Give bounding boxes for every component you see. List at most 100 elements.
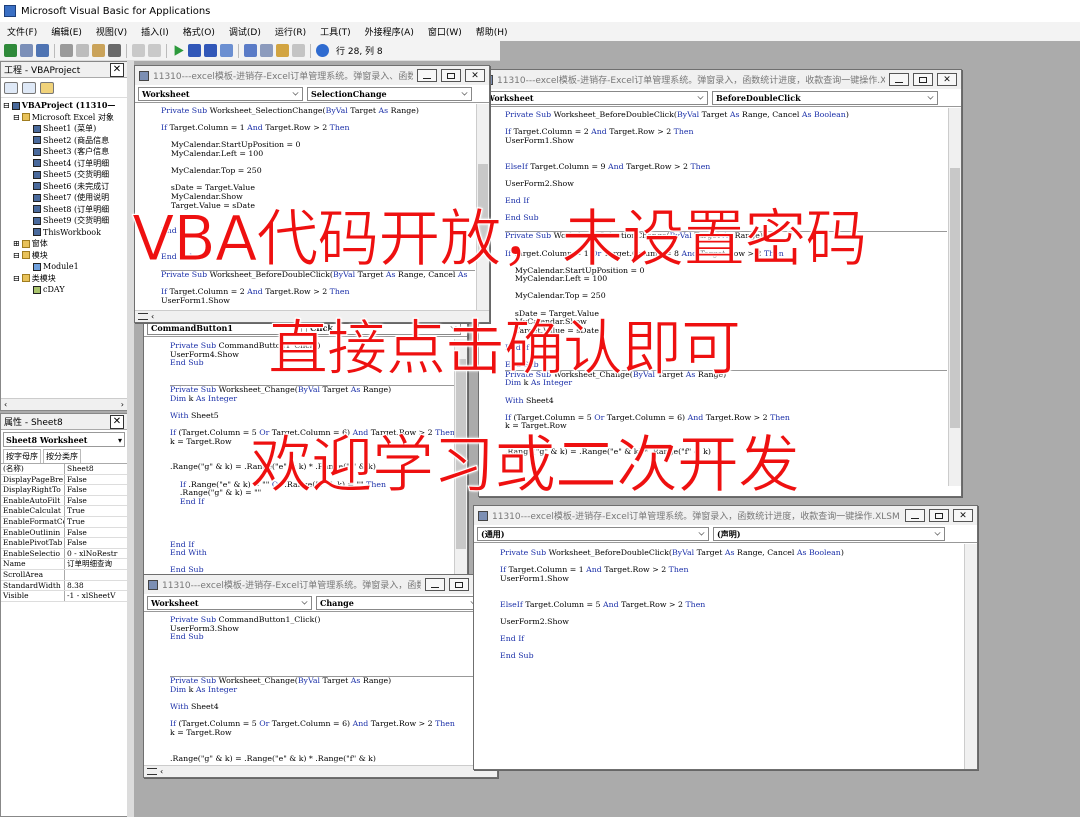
- property-row[interactable]: EnableCalculat True: [1, 506, 127, 517]
- code-line[interactable]: With Sheet4: [505, 396, 947, 406]
- object-combo[interactable]: (通用): [477, 527, 709, 541]
- scroll-right-icon[interactable]: ›: [121, 400, 124, 409]
- tree-item-sheet3[interactable]: Sheet3 (客户信息: [3, 146, 127, 158]
- code-line[interactable]: [170, 642, 484, 651]
- property-row[interactable]: ScrollArea: [1, 569, 127, 581]
- tree-item-sheet1[interactable]: Sheet1 (菜单): [3, 123, 127, 135]
- tree-root[interactable]: ⊟ VBAProject (11310—: [3, 100, 127, 112]
- procedure-combo[interactable]: SelectionChange: [307, 87, 472, 101]
- code-line[interactable]: [170, 523, 454, 532]
- menu-debug[interactable]: 调试(D): [222, 25, 268, 38]
- property-value[interactable]: -1 - xlSheetV: [65, 591, 127, 601]
- code-line[interactable]: UserForm2.Show: [500, 617, 964, 627]
- view-object-icon[interactable]: [22, 81, 36, 94]
- code-line[interactable]: Dim k As Integer: [170, 394, 454, 404]
- properties-window-icon[interactable]: [260, 44, 273, 57]
- code-line[interactable]: [170, 668, 484, 677]
- code-line[interactable]: [505, 388, 947, 397]
- code-line[interactable]: [500, 626, 964, 635]
- minimize-button[interactable]: [889, 73, 909, 86]
- tree-folder-forms[interactable]: ⊞ 窗体: [3, 238, 127, 250]
- property-value[interactable]: False: [65, 538, 127, 548]
- collapse-icon[interactable]: ⊟: [3, 100, 10, 112]
- scroll-left-icon[interactable]: ‹: [151, 312, 154, 321]
- collapse-icon[interactable]: ⊟: [13, 250, 20, 262]
- code-line[interactable]: UserForm1.Show: [505, 136, 947, 146]
- toolbox-icon[interactable]: [292, 44, 305, 57]
- minimize-button[interactable]: [417, 69, 437, 82]
- code-line[interactable]: [170, 532, 454, 541]
- code-line[interactable]: ElseIf Target.Column = 9 And Target.Row …: [505, 162, 947, 172]
- tree-item-sheet9[interactable]: Sheet9 (交货明细: [3, 215, 127, 227]
- procedure-combo[interactable]: BeforeDoubleClick: [712, 91, 938, 105]
- design-mode-icon[interactable]: [220, 44, 233, 57]
- paste-icon[interactable]: [92, 44, 105, 57]
- maximize-button[interactable]: [913, 73, 933, 86]
- object-combo[interactable]: Worksheet: [482, 91, 708, 105]
- code-line[interactable]: End If: [170, 540, 454, 550]
- tree-folder-objects[interactable]: ⊟ Microsoft Excel 对象: [3, 112, 127, 124]
- scroll-left-icon[interactable]: ‹: [4, 400, 7, 409]
- code-line[interactable]: [500, 609, 964, 618]
- procedure-combo[interactable]: (声明): [713, 527, 945, 541]
- tree-item-sheet6[interactable]: Sheet6 (未完成订: [3, 181, 127, 193]
- tree-item-sheet2[interactable]: Sheet2 (商品信息: [3, 135, 127, 147]
- menu-addins[interactable]: 外接程序(A): [358, 25, 421, 38]
- property-value[interactable]: 8.38: [65, 581, 127, 591]
- code-editor[interactable]: Private Sub CommandButton1_Click() UserFo…: [144, 613, 484, 763]
- code-line[interactable]: If Target.Column = 1 And Target.Row > 2 …: [161, 123, 475, 133]
- property-row[interactable]: EnableSelectio 0 - xlNoRestr: [1, 548, 127, 560]
- code-line[interactable]: [170, 515, 454, 524]
- code-line[interactable]: [500, 644, 964, 653]
- maximize-button[interactable]: [441, 69, 461, 82]
- menu-edit[interactable]: 编辑(E): [44, 25, 89, 38]
- run-icon[interactable]: [174, 45, 184, 56]
- scroll-left-icon[interactable]: ‹: [160, 767, 163, 776]
- property-value[interactable]: True: [65, 517, 127, 527]
- code-line[interactable]: End Sub: [170, 632, 484, 642]
- code-line[interactable]: ElseIf Target.Column = 5 And Target.Row …: [500, 600, 964, 610]
- code-line[interactable]: UserForm3.Show: [170, 624, 484, 634]
- close-icon[interactable]: ✕: [110, 414, 124, 429]
- property-row[interactable]: Visible -1 - xlSheetV: [1, 591, 127, 602]
- property-row[interactable]: StandardWidth 8.38: [1, 580, 127, 592]
- project-explorer-icon[interactable]: [244, 44, 257, 57]
- splitter[interactable]: [127, 61, 134, 817]
- tab-alphabetic[interactable]: 按字母序: [3, 449, 41, 463]
- minimize-button[interactable]: [425, 578, 445, 591]
- menu-tools[interactable]: 工具(T): [313, 25, 358, 38]
- code-line[interactable]: .Range("g" & k) = .Range("e" & k) * .Ran…: [170, 754, 484, 764]
- procedure-view-icon[interactable]: [147, 768, 157, 775]
- code-line[interactable]: End If: [500, 634, 964, 644]
- code-line[interactable]: [505, 145, 947, 154]
- close-button[interactable]: ✕: [937, 73, 957, 86]
- property-row[interactable]: EnableOutlinin False: [1, 527, 127, 539]
- tree-item-module1[interactable]: Module1: [3, 261, 127, 273]
- tree-folder-modules[interactable]: ⊟ 模块: [3, 250, 127, 262]
- code-line[interactable]: Private Sub Worksheet_SelectionChange(By…: [161, 106, 475, 116]
- property-value[interactable]: 0 - xlNoRestr: [65, 549, 127, 559]
- menu-window[interactable]: 窗口(W): [421, 25, 469, 38]
- close-icon[interactable]: ✕: [110, 62, 124, 77]
- property-value[interactable]: Sheet8: [65, 464, 127, 474]
- property-row[interactable]: Name 订单明细查询: [1, 559, 127, 570]
- view-code-icon[interactable]: [4, 81, 18, 94]
- close-button[interactable]: ✕: [465, 69, 485, 82]
- cut-icon[interactable]: [60, 44, 73, 57]
- code-vscroll[interactable]: [964, 544, 977, 769]
- expand-icon[interactable]: ⊞: [13, 238, 20, 250]
- undo-icon[interactable]: [132, 44, 145, 57]
- code-line[interactable]: End With: [170, 548, 454, 558]
- property-row[interactable]: EnableFormatCo True: [1, 516, 127, 528]
- code-line[interactable]: Private Sub Worksheet_BeforeDoubleClick(…: [505, 110, 947, 120]
- project-hscroll[interactable]: ‹ ›: [1, 398, 127, 410]
- tree-folder-classes[interactable]: ⊟ 类模块: [3, 273, 127, 285]
- copy-icon[interactable]: [76, 44, 89, 57]
- property-value[interactable]: False: [65, 496, 127, 506]
- object-browser-icon[interactable]: [276, 44, 289, 57]
- code-line[interactable]: Dim k As Integer: [170, 685, 484, 695]
- tree-item-thisworkbook[interactable]: ThisWorkbook: [3, 227, 127, 239]
- reset-icon[interactable]: [204, 44, 217, 57]
- help-icon[interactable]: [316, 44, 329, 57]
- menu-run[interactable]: 运行(R): [268, 25, 313, 38]
